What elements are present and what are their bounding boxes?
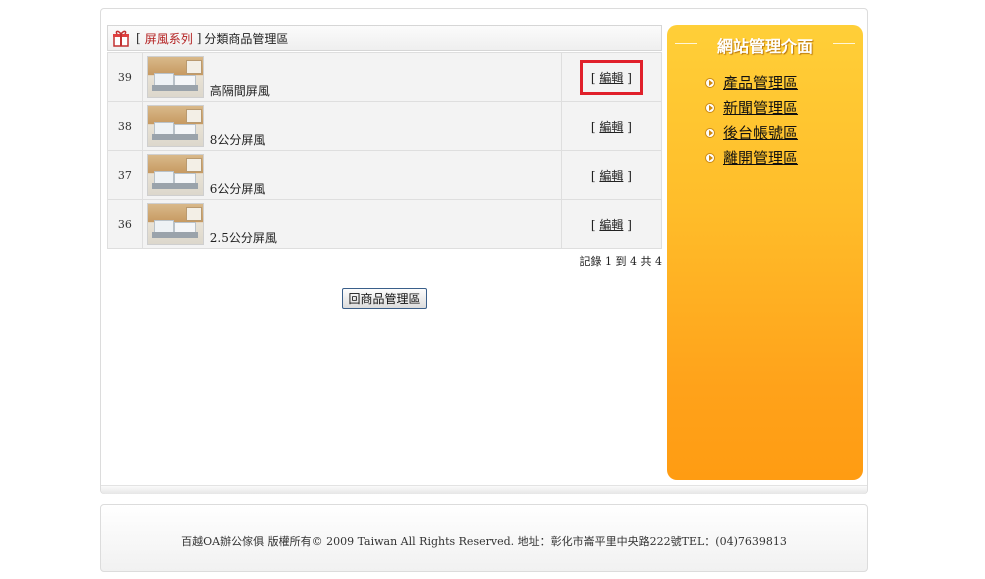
menu-link-accounts[interactable]: 後台帳號區 xyxy=(723,122,798,143)
title-rule-left xyxy=(675,43,697,44)
header-bracket-open: [ xyxy=(136,31,141,45)
menu-item-news: 新聞管理區 xyxy=(705,95,798,120)
arrow-circle-icon xyxy=(705,77,715,88)
product-id: 37 xyxy=(107,150,143,200)
footer: 百越OA辦公傢俱 版權所有© 2009 Taiwan All Rights Re… xyxy=(100,504,868,572)
product-thumbnail xyxy=(146,105,204,147)
arrow-circle-icon xyxy=(705,102,715,113)
footer-copyright: 百越OA辦公傢俱 版權所有© 2009 Taiwan All Rights Re… xyxy=(181,535,787,548)
admin-menu: 產品管理區 新聞管理區 後台帳號區 離開管理區 xyxy=(705,70,798,170)
arrow-circle-icon xyxy=(705,127,715,138)
menu-item-logout: 離開管理區 xyxy=(705,145,798,170)
category-header: [ 屏風系列 ] 分類商品管理區 xyxy=(107,25,662,51)
sidebar-title: 網站管理介面 xyxy=(716,37,813,56)
frame-bottom-edge xyxy=(101,485,867,494)
product-name: 高隔間屏風 xyxy=(209,84,270,98)
menu-link-logout[interactable]: 離開管理區 xyxy=(723,147,798,168)
table-row: 37 6公分屏風 [ 編輯 ] xyxy=(107,150,663,200)
back-to-products-button[interactable]: 回商品管理區 xyxy=(342,288,427,309)
menu-link-products[interactable]: 產品管理區 xyxy=(723,72,798,93)
product-id: 38 xyxy=(107,101,143,151)
menu-item-accounts: 後台帳號區 xyxy=(705,120,798,145)
product-table: 39 高隔間屏風 [ 編輯 ] 38 8公分屏風 [編輯] 37 6公分屏風… xyxy=(107,52,663,249)
table-row: 36 2.5公分屏風 [ 編輯 ] xyxy=(107,199,663,249)
admin-sidebar: 網站管理介面 產品管理區 新聞管理區 後台帳號區 離開管理區 xyxy=(667,25,863,480)
edit-link[interactable]: 編輯 xyxy=(599,120,623,134)
content-area: [ 屏風系列 ] 分類商品管理區 39 高隔間屏風 [編輯] 38 8公分屏… xyxy=(107,25,663,309)
table-row: 39 高隔間屏風 [ 編輯 ] xyxy=(107,52,663,102)
product-thumbnail xyxy=(146,203,204,245)
edit-link[interactable]: 編輯 xyxy=(599,218,623,232)
product-name: 6公分屏風 xyxy=(209,182,266,196)
product-id: 39 xyxy=(107,52,143,102)
menu-item-products: 產品管理區 xyxy=(705,70,798,95)
menu-link-news[interactable]: 新聞管理區 xyxy=(723,97,798,118)
record-info: 記錄 1 到 4 共 4 xyxy=(579,255,662,268)
edit-link[interactable]: 編輯 xyxy=(599,169,623,183)
edit-link[interactable]: 編輯 xyxy=(599,71,623,85)
product-name: 8公分屏風 xyxy=(209,133,266,147)
title-rule-right xyxy=(833,43,855,44)
product-name: 2.5公分屏風 xyxy=(209,231,277,245)
category-link[interactable]: 屏風系列 xyxy=(145,30,193,47)
arrow-circle-icon xyxy=(705,152,715,163)
header-bracket-close: ] xyxy=(196,31,202,45)
main-frame: [ 屏風系列 ] 分類商品管理區 39 高隔間屏風 [編輯] 38 8公分屏… xyxy=(100,8,868,494)
product-id: 36 xyxy=(107,199,143,249)
product-thumbnail xyxy=(146,154,204,196)
header-title: 分類商品管理區 xyxy=(204,31,289,46)
edit-highlight-box: [ 編輯 ] xyxy=(579,59,643,95)
table-row: 38 8公分屏風 [ 編輯 ] xyxy=(107,101,663,151)
gift-icon xyxy=(112,29,130,47)
product-thumbnail xyxy=(146,56,204,98)
